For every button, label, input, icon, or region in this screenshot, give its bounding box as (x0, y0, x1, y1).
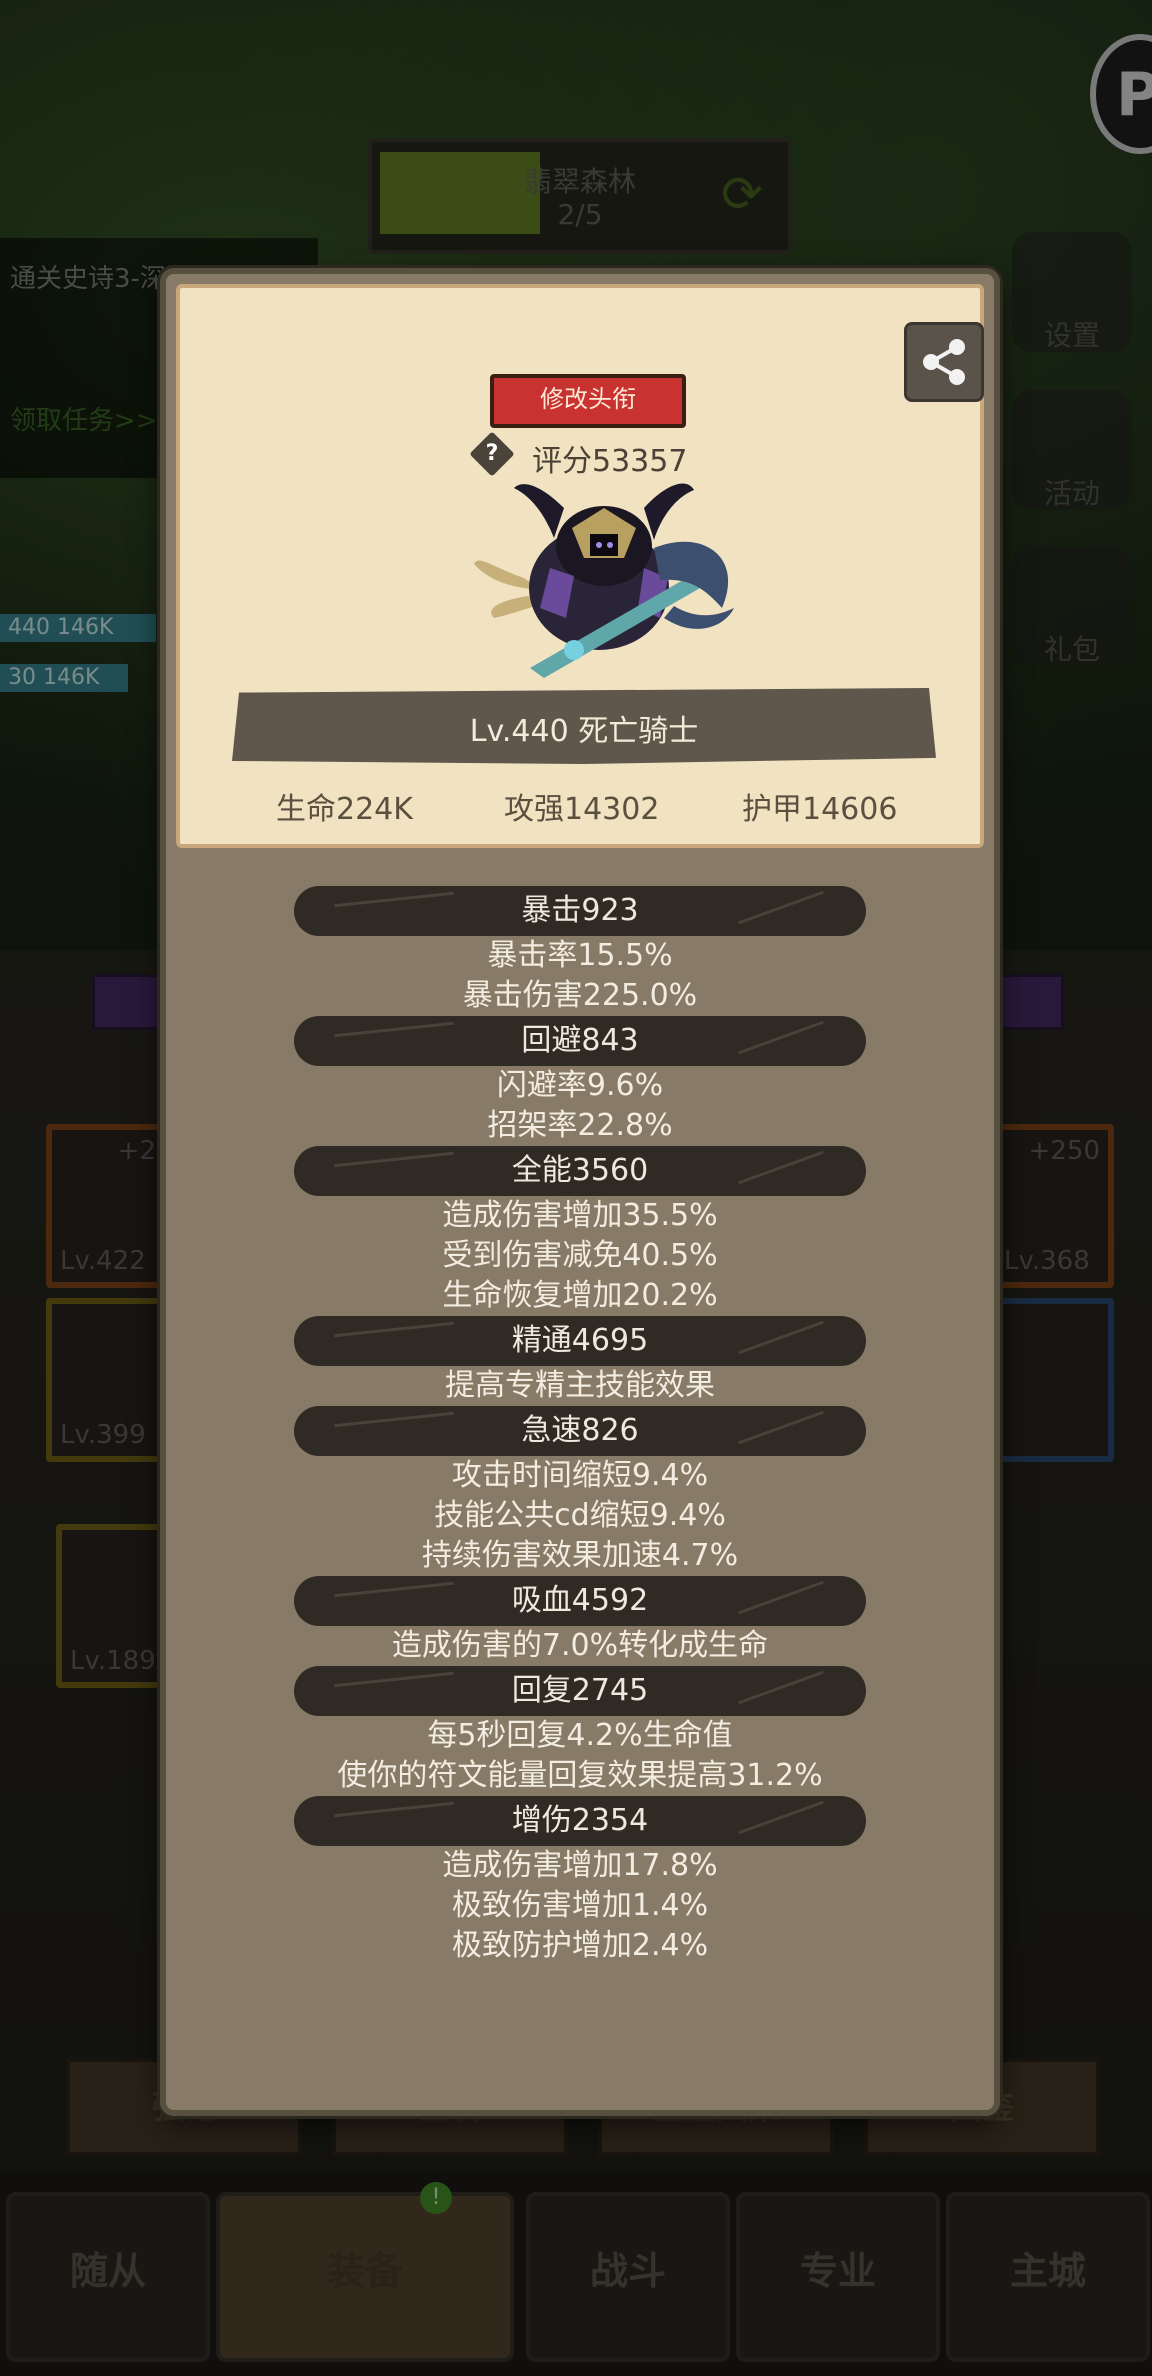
character-stats-popup: 修改头衔 ? 评分53357 Lv.440 死亡骑士 生命224K 攻强1430… (160, 268, 1000, 2116)
attribute-detail: 每5秒回复4.2%生命值 (427, 1718, 733, 1753)
attribute-detail: 造成伤害的7.0%转化成生命 (391, 1628, 769, 1663)
attribute-detail: 技能公共cd缩短9.4% (434, 1498, 726, 1533)
attribute-detail: 使你的符文能量回复效果提高31.2% (337, 1758, 823, 1793)
attribute-header: 急速826 (294, 1406, 866, 1456)
rename-title-button[interactable]: 修改头衔 (490, 374, 686, 428)
character-name: Lv.440 死亡骑士 (469, 714, 699, 749)
character-banner: Lv.440 死亡骑士 (232, 688, 936, 764)
stat-hp: 生命224K (276, 792, 413, 827)
stat-armor: 护甲14606 (742, 792, 898, 827)
attribute-detail: 造成伤害增加17.8% (442, 1848, 718, 1883)
stat-attack: 攻强14302 (504, 792, 660, 827)
attribute-detail: 持续伤害效果加速4.7% (421, 1538, 739, 1573)
help-icon-mark: ? (485, 441, 499, 466)
attribute-detail: 招架率22.8% (487, 1108, 673, 1143)
attribute-header: 全能3560 (294, 1146, 866, 1196)
attribute-detail: 暴击率15.5% (487, 938, 673, 973)
attribute-detail: 提高专精主技能效果 (445, 1368, 715, 1403)
attribute-header: 精通4695 (294, 1316, 866, 1366)
share-button[interactable] (904, 322, 984, 402)
character-card: 修改头衔 ? 评分53357 Lv.440 死亡骑士 生命224K 攻强1430… (176, 284, 984, 848)
attribute-detail: 造成伤害增加35.5% (442, 1198, 718, 1233)
attribute-header: 暴击923 (294, 886, 866, 936)
attribute-header: 回避843 (294, 1016, 866, 1066)
attribute-detail: 极致防护增加2.4% (451, 1928, 709, 1963)
attribute-header: 吸血4592 (294, 1576, 866, 1626)
attribute-detail: 暴击伤害225.0% (462, 978, 698, 1013)
death-knight-portrait (474, 483, 734, 678)
attribute-detail: 闪避率9.6% (496, 1068, 664, 1103)
attribute-detail: 生命恢复增加20.2% (442, 1278, 718, 1313)
attribute-header: 增伤2354 (294, 1796, 866, 1846)
share-icon (923, 339, 965, 385)
attribute-detail: 极致伤害增加1.4% (451, 1888, 709, 1923)
attribute-detail: 攻击时间缩短9.4% (451, 1458, 709, 1493)
attribute-detail: 受到伤害减免40.5% (442, 1238, 718, 1273)
attribute-header: 回复2745 (294, 1666, 866, 1716)
attribute-list: 暴击923 暴击率15.5% 暴击伤害225.0% 回避843 闪避率9.6% 招架率22… (166, 886, 994, 1966)
